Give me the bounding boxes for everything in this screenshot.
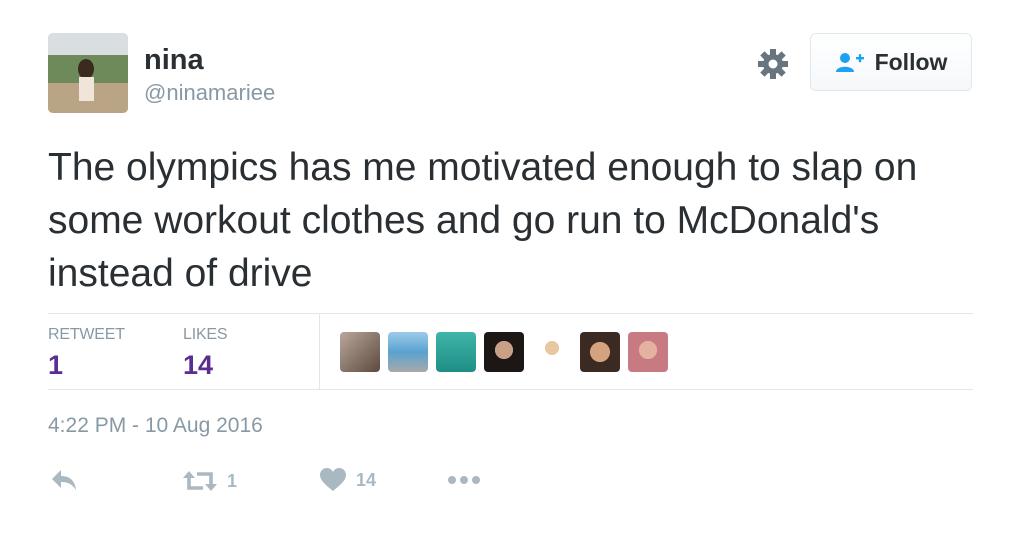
retweet-button[interactable]: 1 — [183, 468, 237, 494]
liker-avatar[interactable] — [388, 332, 428, 372]
liker-avatar[interactable] — [580, 332, 620, 372]
user-handle[interactable]: @ninamariee — [144, 80, 275, 106]
likes-stat[interactable]: LIKES 14 — [183, 326, 228, 381]
more-icon — [448, 476, 480, 484]
like-count: 14 — [356, 469, 377, 490]
retweet-stat-label: RETWEET — [48, 326, 125, 343]
follow-person-icon — [835, 53, 864, 72]
liker-avatar[interactable] — [532, 332, 572, 372]
retweet-stat-value: 1 — [48, 350, 64, 380]
divider-top — [48, 313, 973, 314]
tweet-text: The olympics has me motivated enough to … — [48, 146, 918, 295]
follow-label: Follow — [874, 48, 948, 75]
tweet-timestamp[interactable]: 4:22 PM - 10 Aug 2016 — [48, 414, 263, 438]
display-name[interactable]: nina — [144, 44, 204, 77]
reply-icon — [52, 470, 76, 490]
like-button[interactable]: 14 — [320, 468, 376, 492]
retweet-stat[interactable]: RETWEET 1 — [48, 326, 125, 381]
more-button[interactable] — [447, 468, 481, 492]
divider-bottom — [48, 389, 973, 390]
liker-avatar[interactable] — [340, 332, 380, 372]
liker-avatar[interactable] — [484, 332, 524, 372]
retweet-icon — [183, 471, 217, 491]
liker-avatar[interactable] — [628, 332, 668, 372]
retweet-count: 1 — [227, 470, 238, 491]
likes-stat-label: LIKES — [183, 326, 228, 343]
reply-button[interactable] — [50, 468, 78, 492]
likers-avatars — [340, 332, 676, 372]
avatar[interactable] — [48, 33, 128, 113]
follow-button[interactable]: Follow — [810, 33, 972, 91]
stats-separator — [319, 314, 320, 390]
gear-icon[interactable] — [755, 46, 791, 82]
heart-icon — [320, 468, 346, 491]
liker-avatar[interactable] — [436, 332, 476, 372]
likes-stat-value: 14 — [183, 350, 214, 380]
